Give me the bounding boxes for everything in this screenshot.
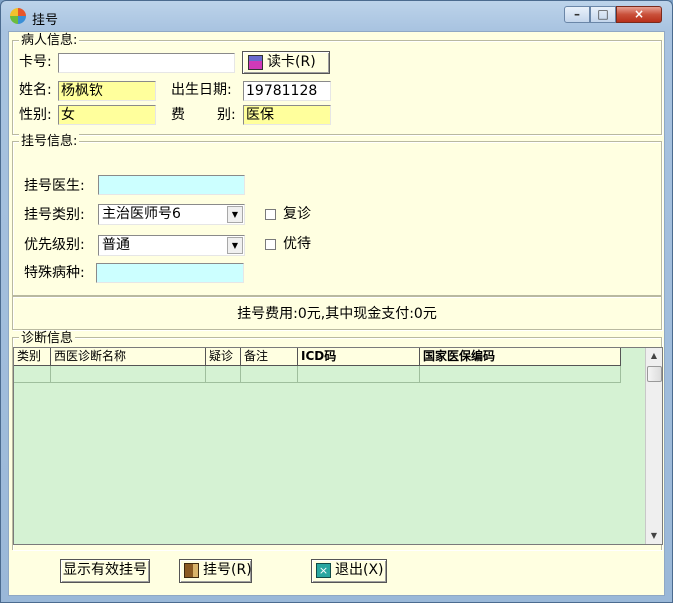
preferential-label: 优待 <box>283 236 311 252</box>
app-logo-icon <box>10 8 26 24</box>
patient-info-legend: 病人信息: <box>19 33 80 48</box>
exit-button[interactable]: × 退出(X) <box>311 559 387 583</box>
fee-type-label-first: 费 <box>171 107 185 123</box>
minimize-icon: – <box>574 7 580 21</box>
fee-summary-panel: 挂号费用:0元,其中现金支付:0元 <box>12 296 662 330</box>
card-number-field[interactable] <box>58 53 235 73</box>
card-reader-icon <box>248 54 263 70</box>
close-button[interactable]: × <box>616 6 662 23</box>
chevron-down-icon[interactable]: ▼ <box>227 206 243 223</box>
table-cell[interactable] <box>14 366 51 383</box>
priority-label: 优先级别: <box>24 237 85 253</box>
scroll-up-icon[interactable]: ▲ <box>646 348 662 364</box>
close-icon: × <box>633 7 645 21</box>
vertical-scrollbar[interactable]: ▲ ▼ <box>645 348 662 544</box>
maximize-button[interactable]: □ <box>590 6 616 23</box>
gender-field[interactable]: 女 <box>58 105 156 125</box>
client-area: 病人信息: 卡号: 读卡(R) 姓名: 杨枫钦 出生日期: 19781128 性… <box>8 31 665 596</box>
table-cell[interactable] <box>420 366 621 383</box>
registration-type-select[interactable]: 主治医师号6 ▼ <box>98 204 245 225</box>
priority-select[interactable]: 普通 ▼ <box>98 235 245 256</box>
birth-date-label: 出生日期: <box>171 82 232 98</box>
birth-date-field[interactable]: 19781128 <box>243 81 331 101</box>
fee-summary-text: 挂号费用:0元,其中现金支付:0元 <box>237 306 437 322</box>
table-cell[interactable] <box>206 366 241 383</box>
column-header-diagnosis-name[interactable]: 西医诊断名称 <box>51 348 206 366</box>
revisit-checkbox[interactable] <box>265 209 276 220</box>
table-row[interactable] <box>14 366 621 383</box>
exit-x-icon: × <box>316 562 331 578</box>
column-header-insurance-code[interactable]: 国家医保编码 <box>420 348 621 366</box>
registration-type-value: 主治医师号6 <box>102 206 181 222</box>
registration-info-legend: 挂号信息: <box>19 134 80 149</box>
diagnosis-grid[interactable]: 类别 西医诊断名称 疑诊 备注 ICD码 国家医保编码 ▲ ▼ <box>13 347 663 545</box>
read-card-label: 读卡(R) <box>267 54 316 70</box>
column-header-category[interactable]: 类别 <box>14 348 51 366</box>
special-disease-label: 特殊病种: <box>24 265 85 281</box>
fee-type-label-second: 别: <box>217 107 236 123</box>
patient-info-group: 病人信息: 卡号: 读卡(R) 姓名: 杨枫钦 出生日期: 19781128 性… <box>12 33 662 135</box>
gender-label: 性别: <box>19 107 52 123</box>
registration-window: 挂号 – □ × 病人信息: 卡号: 读卡(R) 姓名: 杨枫钦 出生日期: 1… <box>0 0 673 603</box>
scroll-thumb[interactable] <box>647 366 662 382</box>
column-header-suspected[interactable]: 疑诊 <box>206 348 241 366</box>
title-bar[interactable]: 挂号 – □ × <box>1 1 672 31</box>
special-disease-field[interactable] <box>96 263 244 283</box>
chevron-down-icon[interactable]: ▼ <box>227 237 243 254</box>
show-valid-registrations-button[interactable]: 显示有效挂号 <box>60 559 150 583</box>
grid-header: 类别 西医诊断名称 疑诊 备注 ICD码 国家医保编码 <box>14 348 621 366</box>
table-cell[interactable] <box>298 366 420 383</box>
read-card-button[interactable]: 读卡(R) <box>242 51 330 74</box>
priority-value: 普通 <box>102 237 130 253</box>
register-label: 挂号(R) <box>203 562 252 578</box>
registration-type-label: 挂号类别: <box>24 207 85 223</box>
card-number-label: 卡号: <box>19 54 52 70</box>
exit-label: 退出(X) <box>335 562 384 578</box>
column-header-icd-code[interactable]: ICD码 <box>298 348 420 366</box>
maximize-icon: □ <box>597 7 609 21</box>
scroll-down-icon[interactable]: ▼ <box>646 528 662 544</box>
preferential-checkbox[interactable] <box>265 239 276 250</box>
door-icon <box>184 562 199 578</box>
doctor-field[interactable] <box>98 175 245 195</box>
revisit-label: 复诊 <box>283 206 311 222</box>
registration-info-group: 挂号信息: 挂号医生: 挂号类别: 主治医师号6 ▼ 复诊 优先级别: 普通 ▼… <box>12 134 662 296</box>
table-cell[interactable] <box>51 366 206 383</box>
name-field[interactable]: 杨枫钦 <box>58 81 156 101</box>
column-header-remark[interactable]: 备注 <box>241 348 298 366</box>
table-cell[interactable] <box>241 366 298 383</box>
diagnosis-legend: 诊断信息 <box>19 331 76 346</box>
fee-type-field[interactable]: 医保 <box>243 105 331 125</box>
name-label: 姓名: <box>19 82 52 98</box>
doctor-label: 挂号医生: <box>24 178 85 194</box>
window-title: 挂号 <box>32 13 59 28</box>
minimize-button[interactable]: – <box>564 6 590 23</box>
register-button[interactable]: 挂号(R) <box>179 559 252 583</box>
